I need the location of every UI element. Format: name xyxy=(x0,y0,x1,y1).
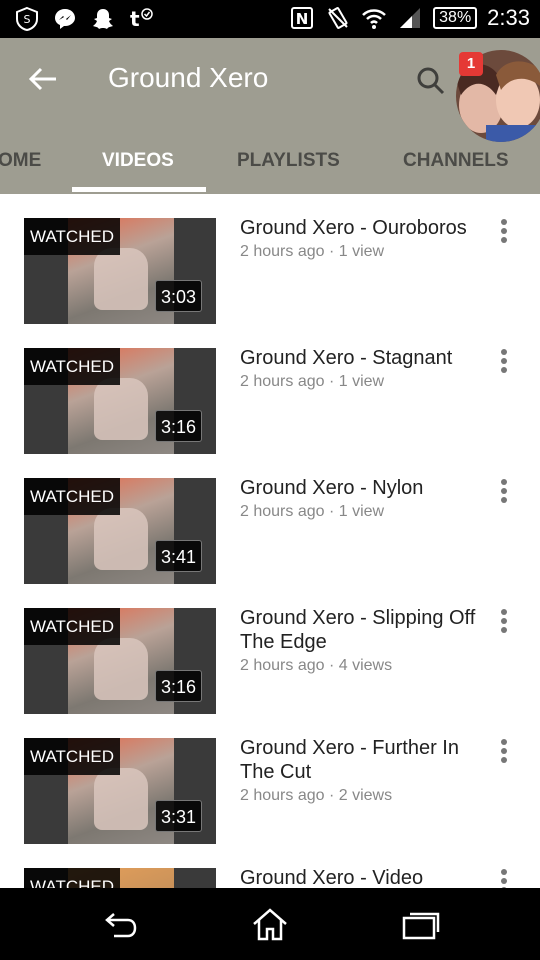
watched-label: WATCHED xyxy=(24,608,121,645)
fist-graphic xyxy=(94,638,148,700)
more-options-icon[interactable] xyxy=(494,476,514,506)
fist-graphic xyxy=(94,768,148,830)
fist-graphic xyxy=(94,508,148,570)
more-options-icon[interactable] xyxy=(494,216,514,246)
channel-header: Ground Xero 1 OME VIDEOS PLAYLISTS CHANN… xyxy=(0,38,540,194)
video-item[interactable]: WATCHED Ground Xero - Video xyxy=(0,844,540,888)
video-title[interactable]: Ground Xero - Ouroboros xyxy=(240,216,490,240)
video-meta: 2 hours ago · 1 view xyxy=(240,373,385,390)
more-options-icon[interactable] xyxy=(494,866,514,888)
back-nav-icon[interactable] xyxy=(100,906,140,942)
watched-label: WATCHED xyxy=(24,738,121,775)
vibrate-icon xyxy=(328,7,348,29)
video-meta: 2 hours ago · 4 views xyxy=(240,657,393,674)
video-thumbnail[interactable]: WATCHED 3:16 xyxy=(24,348,216,454)
tab-channels[interactable]: CHANNELS xyxy=(403,150,509,172)
video-list[interactable]: WATCHED 3:03 Ground Xero - Ouroboros 2 h… xyxy=(0,194,540,888)
video-title[interactable]: Ground Xero - Further In The Cut xyxy=(240,736,490,784)
video-item[interactable]: WATCHED 3:41 Ground Xero - Nylon 2 hours… xyxy=(0,454,540,584)
watched-label: WATCHED xyxy=(24,348,121,385)
back-arrow-icon[interactable] xyxy=(26,62,60,96)
signal-icon xyxy=(400,8,421,28)
video-item[interactable]: WATCHED 3:16 Ground Xero - Stagnant 2 ho… xyxy=(0,324,540,454)
video-item[interactable]: WATCHED 3:31 Ground Xero - Further In Th… xyxy=(0,714,540,844)
snapchat-icon xyxy=(93,9,113,29)
nfc-icon: N xyxy=(291,7,314,29)
video-title[interactable]: Ground Xero - Nylon xyxy=(240,476,490,500)
video-thumbnail[interactable]: WATCHED 3:03 xyxy=(24,218,216,324)
video-meta: 2 hours ago · 2 views xyxy=(240,787,393,804)
fist-graphic xyxy=(94,378,148,440)
video-meta: 2 hours ago · 1 view xyxy=(240,243,385,260)
video-thumbnail[interactable]: WATCHED 3:16 xyxy=(24,608,216,714)
video-duration: 3:03 xyxy=(154,280,202,312)
active-tab-indicator xyxy=(72,187,206,192)
watched-label: WATCHED xyxy=(24,868,121,888)
system-nav-bar xyxy=(0,888,540,960)
shield-icon: S xyxy=(16,6,38,32)
video-thumbnail[interactable]: WATCHED 3:41 xyxy=(24,478,216,584)
more-options-icon[interactable] xyxy=(494,606,514,636)
notification-badge: 1 xyxy=(459,52,483,76)
video-duration: 3:31 xyxy=(154,800,202,832)
fist-graphic xyxy=(94,248,148,310)
status-bar: S t N 38% 2:33 xyxy=(0,0,540,38)
more-options-icon[interactable] xyxy=(494,346,514,376)
watched-label: WATCHED xyxy=(24,218,121,255)
recent-apps-icon[interactable] xyxy=(400,906,440,942)
svg-text:S: S xyxy=(24,13,31,26)
clock: 2:33 xyxy=(487,5,530,30)
video-title[interactable]: Ground Xero - Slipping Off The Edge xyxy=(240,606,490,654)
channel-title: Ground Xero xyxy=(108,62,269,93)
svg-text:t: t xyxy=(130,7,140,31)
video-title[interactable]: Ground Xero - Video xyxy=(240,866,490,888)
video-duration: 3:41 xyxy=(154,540,202,572)
tumblr-icon: t xyxy=(130,7,153,31)
home-nav-icon[interactable] xyxy=(250,906,290,942)
video-meta: 2 hours ago · 1 view xyxy=(240,503,385,520)
video-item[interactable]: WATCHED 3:03 Ground Xero - Ouroboros 2 h… xyxy=(0,194,540,324)
video-title[interactable]: Ground Xero - Stagnant xyxy=(240,346,490,370)
messenger-icon xyxy=(55,9,75,29)
tab-videos[interactable]: VIDEOS xyxy=(102,150,174,172)
tab-home[interactable]: OME xyxy=(0,150,41,172)
svg-text:N: N xyxy=(296,10,309,28)
wifi-icon xyxy=(362,9,387,29)
video-duration: 3:16 xyxy=(154,410,202,442)
watched-label: WATCHED xyxy=(24,478,121,515)
video-item[interactable]: WATCHED 3:16 Ground Xero - Slipping Off … xyxy=(0,584,540,714)
video-duration: 3:16 xyxy=(154,670,202,702)
video-thumbnail[interactable]: WATCHED xyxy=(24,868,216,888)
tab-playlists[interactable]: PLAYLISTS xyxy=(237,150,340,172)
video-thumbnail[interactable]: WATCHED 3:31 xyxy=(24,738,216,844)
more-options-icon[interactable] xyxy=(494,736,514,766)
battery-indicator: 38% xyxy=(433,7,478,29)
search-icon[interactable] xyxy=(416,66,446,96)
